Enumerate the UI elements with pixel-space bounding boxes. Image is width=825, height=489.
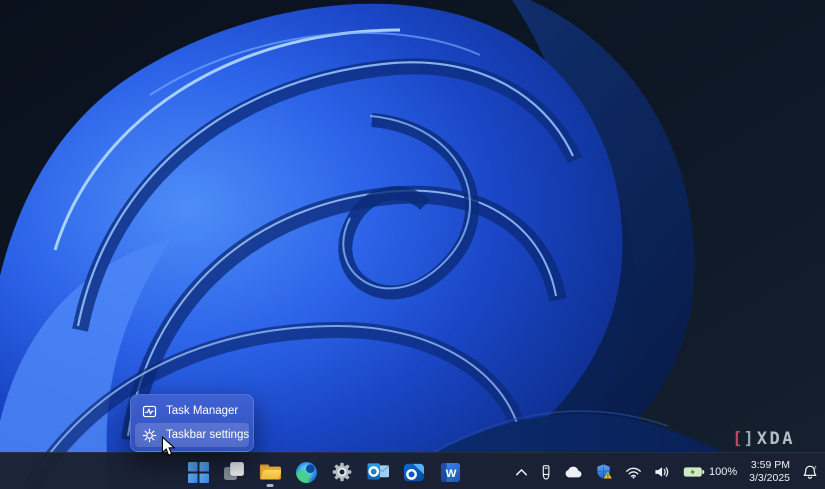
task-manager-icon	[142, 404, 157, 419]
show-hidden-icons-button[interactable]	[513, 464, 530, 481]
windows-start-icon	[188, 462, 209, 483]
outlook-new-button[interactable]	[397, 456, 431, 488]
menu-item-task-manager[interactable]: Task Manager	[135, 399, 249, 423]
wifi-button[interactable]	[623, 463, 644, 482]
running-indicator	[267, 484, 274, 487]
desktop-wallpaper	[0, 0, 825, 489]
taskbar: W	[0, 452, 825, 489]
usb-device-button[interactable]	[538, 461, 554, 484]
watermark-bracket-right: ]	[744, 429, 755, 449]
file-explorer-button[interactable]	[253, 456, 287, 488]
svg-text:W: W	[445, 467, 456, 479]
battery-button[interactable]: 100%	[681, 463, 739, 481]
clock: 3:59 PM 3/3/2025	[749, 459, 790, 485]
task-view-button[interactable]	[217, 456, 251, 488]
notifications-button[interactable]: z	[800, 461, 820, 483]
outlook-new-icon	[403, 462, 425, 483]
notification-bell-icon: z	[802, 464, 818, 480]
svg-text:z: z	[814, 465, 817, 470]
clock-button[interactable]: 3:59 PM 3/3/2025	[747, 456, 792, 488]
taskbar-app-group: W	[181, 454, 467, 489]
onedrive-button[interactable]	[562, 462, 585, 482]
battery-percent: 100%	[709, 466, 737, 478]
clock-time: 3:59 PM	[751, 459, 790, 472]
word-icon: W	[440, 462, 461, 483]
start-button[interactable]	[181, 456, 215, 488]
volume-button[interactable]	[652, 462, 673, 482]
edge-button[interactable]	[289, 456, 323, 488]
volume-icon	[654, 465, 671, 479]
menu-item-label: Task Manager	[166, 405, 238, 417]
bloom-wallpaper-art	[0, 0, 825, 489]
watermark-brand: XDA	[757, 429, 795, 449]
settings-button[interactable]	[325, 456, 359, 488]
xda-watermark: []XDA	[732, 429, 795, 449]
usb-icon	[540, 464, 552, 481]
taskbar-context-menu: Task Manager Taskbar settings	[130, 394, 254, 452]
word-button[interactable]: W	[433, 456, 467, 488]
chevron-up-icon	[515, 467, 528, 478]
windows-security-button[interactable]	[593, 460, 615, 484]
clock-date: 3/3/2025	[749, 472, 790, 485]
file-explorer-icon	[259, 462, 282, 482]
battery-icon	[683, 466, 705, 478]
gear-icon	[142, 428, 157, 443]
menu-item-label: Taskbar settings	[166, 429, 249, 441]
system-tray: 100% 3:59 PM 3/3/2025 z	[513, 454, 820, 489]
task-view-icon	[223, 461, 245, 483]
watermark-bracket-left: [	[732, 429, 743, 449]
outlook-classic-button[interactable]	[361, 456, 395, 488]
outlook-classic-icon	[367, 462, 390, 483]
settings-gear-icon	[331, 461, 353, 483]
menu-item-taskbar-settings[interactable]: Taskbar settings	[135, 423, 249, 447]
security-shield-warning-icon	[595, 463, 613, 481]
wifi-icon	[625, 466, 642, 479]
edge-icon	[296, 462, 317, 483]
onedrive-cloud-icon	[564, 465, 583, 479]
mouse-cursor	[161, 436, 176, 462]
